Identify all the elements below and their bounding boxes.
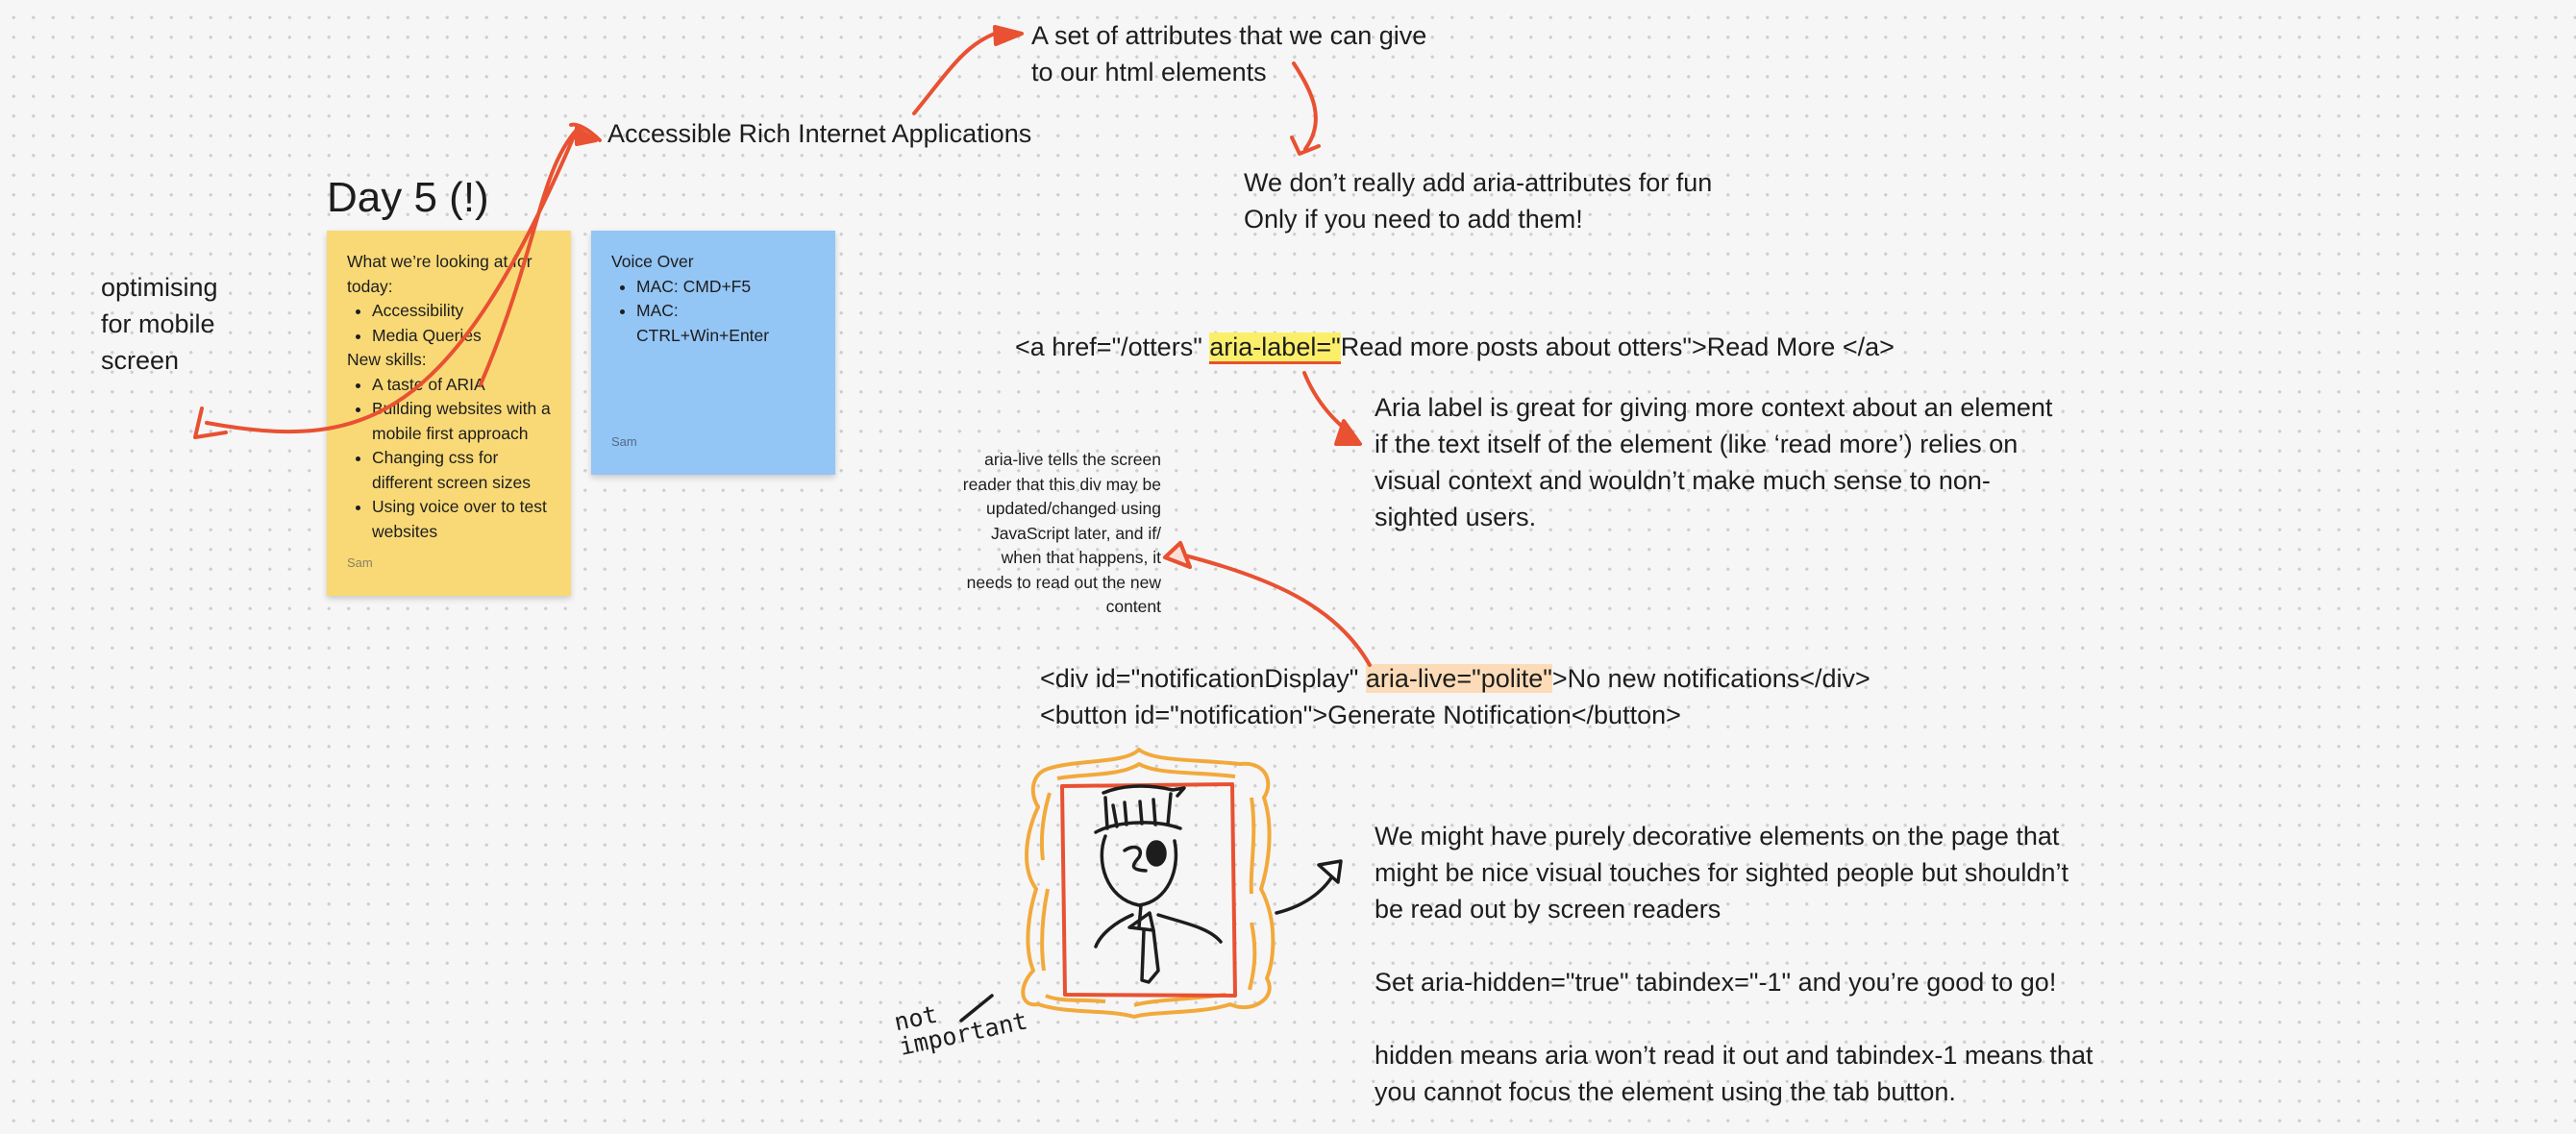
inner-frame <box>1060 782 1237 998</box>
list-item: Media Queries <box>372 324 551 349</box>
arrowhead <box>569 122 602 142</box>
code-text: >No new notifications</div> <box>1551 664 1870 693</box>
side-note-line: screen <box>101 346 180 375</box>
arrowhead <box>193 407 228 439</box>
sticky-title: Voice Over <box>611 252 694 271</box>
code-line: <div id="notificationDisplay" aria-live=… <box>1040 660 1870 697</box>
portrait-doodle <box>1094 784 1223 984</box>
side-note: optimising for mobile screen <box>101 269 218 379</box>
code-text: <a href="/otters" <box>1015 333 1210 361</box>
text-line: might be nice visual touches for sighted… <box>1375 858 2068 887</box>
arrowhead <box>1334 419 1362 446</box>
text-line: sighted users. <box>1375 503 1537 531</box>
text-line: updated/changed using <box>986 499 1161 518</box>
list-item: Building websites with a mobile first ap… <box>372 397 551 446</box>
arrowhead <box>575 126 598 146</box>
arrowhead <box>993 25 1024 46</box>
aria-live-note: aria-live tells the screen reader that t… <box>904 448 1161 620</box>
arrowhead <box>1163 541 1192 569</box>
text-line: Set aria-hidden="true" tabindex="-1" and… <box>1375 968 2057 997</box>
aria-live-highlight: aria-live="polite" <box>1365 664 1552 693</box>
list-item: MAC: CMD+F5 <box>636 275 815 300</box>
side-note-line: optimising <box>101 273 218 302</box>
arrowhead <box>1163 541 1192 569</box>
sticky-note-today[interactable]: What we’re looking at for today: Accessi… <box>327 231 571 596</box>
arrow-to-aria-label-note <box>1302 371 1357 439</box>
voiceover-list: MAC: CMD+F5 MAC: CTRL+Win+Enter <box>611 275 815 349</box>
text-line: Aria label is great for giving more cont… <box>1375 393 2053 422</box>
handwritten-note: not important <box>892 984 1030 1061</box>
code-text: <div id="notificationDisplay" <box>1040 664 1366 693</box>
list-item: Using voice over to test websites <box>372 495 551 544</box>
text-line: visual context and wouldn’t make much se… <box>1375 466 1991 495</box>
aria-label-code: <a href="/otters" aria-label="Read more … <box>1015 329 1895 365</box>
list-item: Accessibility <box>372 299 551 324</box>
aria-label-note: Aria label is great for giving more cont… <box>1375 389 2052 535</box>
code-text: Read more posts about otters">Read More … <box>1340 333 1895 361</box>
aria-definition: A set of attributes that we can give to … <box>1031 17 1426 90</box>
today-list: Accessibility Media Queries <box>347 299 551 348</box>
skills-list: A taste of ARIA Building websites with a… <box>347 373 551 545</box>
text-line: Only if you need to add them! <box>1244 205 1583 234</box>
list-item: MAC: CTRL+Win+Enter <box>636 299 815 348</box>
code-line: <button id="notification">Generate Notif… <box>1040 701 1681 729</box>
board-title: Day 5 (!) <box>327 174 489 221</box>
text-line: aria-live tells the screen <box>984 450 1161 469</box>
text-line: JavaScript later, and if/ <box>990 523 1161 543</box>
skills-label: New skills: <box>347 350 427 369</box>
text-line: We don’t really add aria-attributes for … <box>1244 168 1713 197</box>
arrowhead <box>1290 136 1321 156</box>
text-line: reader that this div may be <box>962 474 1161 494</box>
aria-live-code: <div id="notificationDisplay" aria-live=… <box>1040 660 1870 733</box>
aria-label-highlight: aria-label=" <box>1209 333 1341 364</box>
text-line: hidden means aria won’t read it out and … <box>1375 1041 2093 1070</box>
text-line: you cannot focus the element using the t… <box>1375 1077 1956 1106</box>
text-line: We might have purely decorative elements… <box>1375 822 2060 850</box>
text-line: content <box>1105 597 1161 616</box>
text-line: when that happens, it <box>1001 548 1161 567</box>
sticky-author: Sam <box>611 433 637 449</box>
aria-caution: We don’t really add aria-attributes for … <box>1244 164 1712 237</box>
side-note-line: for mobile <box>101 309 215 338</box>
decorative-note: We might have purely decorative elements… <box>1375 818 2093 1110</box>
arrow-to-decorative-note <box>1275 868 1338 915</box>
list-item: Changing css for different screen sizes <box>372 446 551 495</box>
sticky-author: Sam <box>347 555 373 570</box>
arrowhead <box>1317 859 1343 884</box>
text-line: to our html elements <box>1031 58 1267 86</box>
sticky-intro: What we’re looking at for today: <box>347 252 533 296</box>
list-item: A taste of ARIA <box>372 373 551 398</box>
arrow-to-aria-live-note <box>1176 552 1372 667</box>
text-line: if the text itself of the element (like … <box>1375 430 2019 458</box>
arrow-to-definition <box>912 30 1002 115</box>
sticky-note-voiceover[interactable]: Voice Over MAC: CMD+F5 MAC: CTRL+Win+Ent… <box>591 231 835 475</box>
decorative-frame <box>1021 748 1276 1019</box>
aria-heading: Accessible Rich Internet Applications <box>607 119 1032 148</box>
text-line: A set of attributes that we can give <box>1031 21 1427 50</box>
text-line: needs to read out the new <box>966 572 1161 592</box>
text-line: be read out by screen readers <box>1375 895 1721 924</box>
